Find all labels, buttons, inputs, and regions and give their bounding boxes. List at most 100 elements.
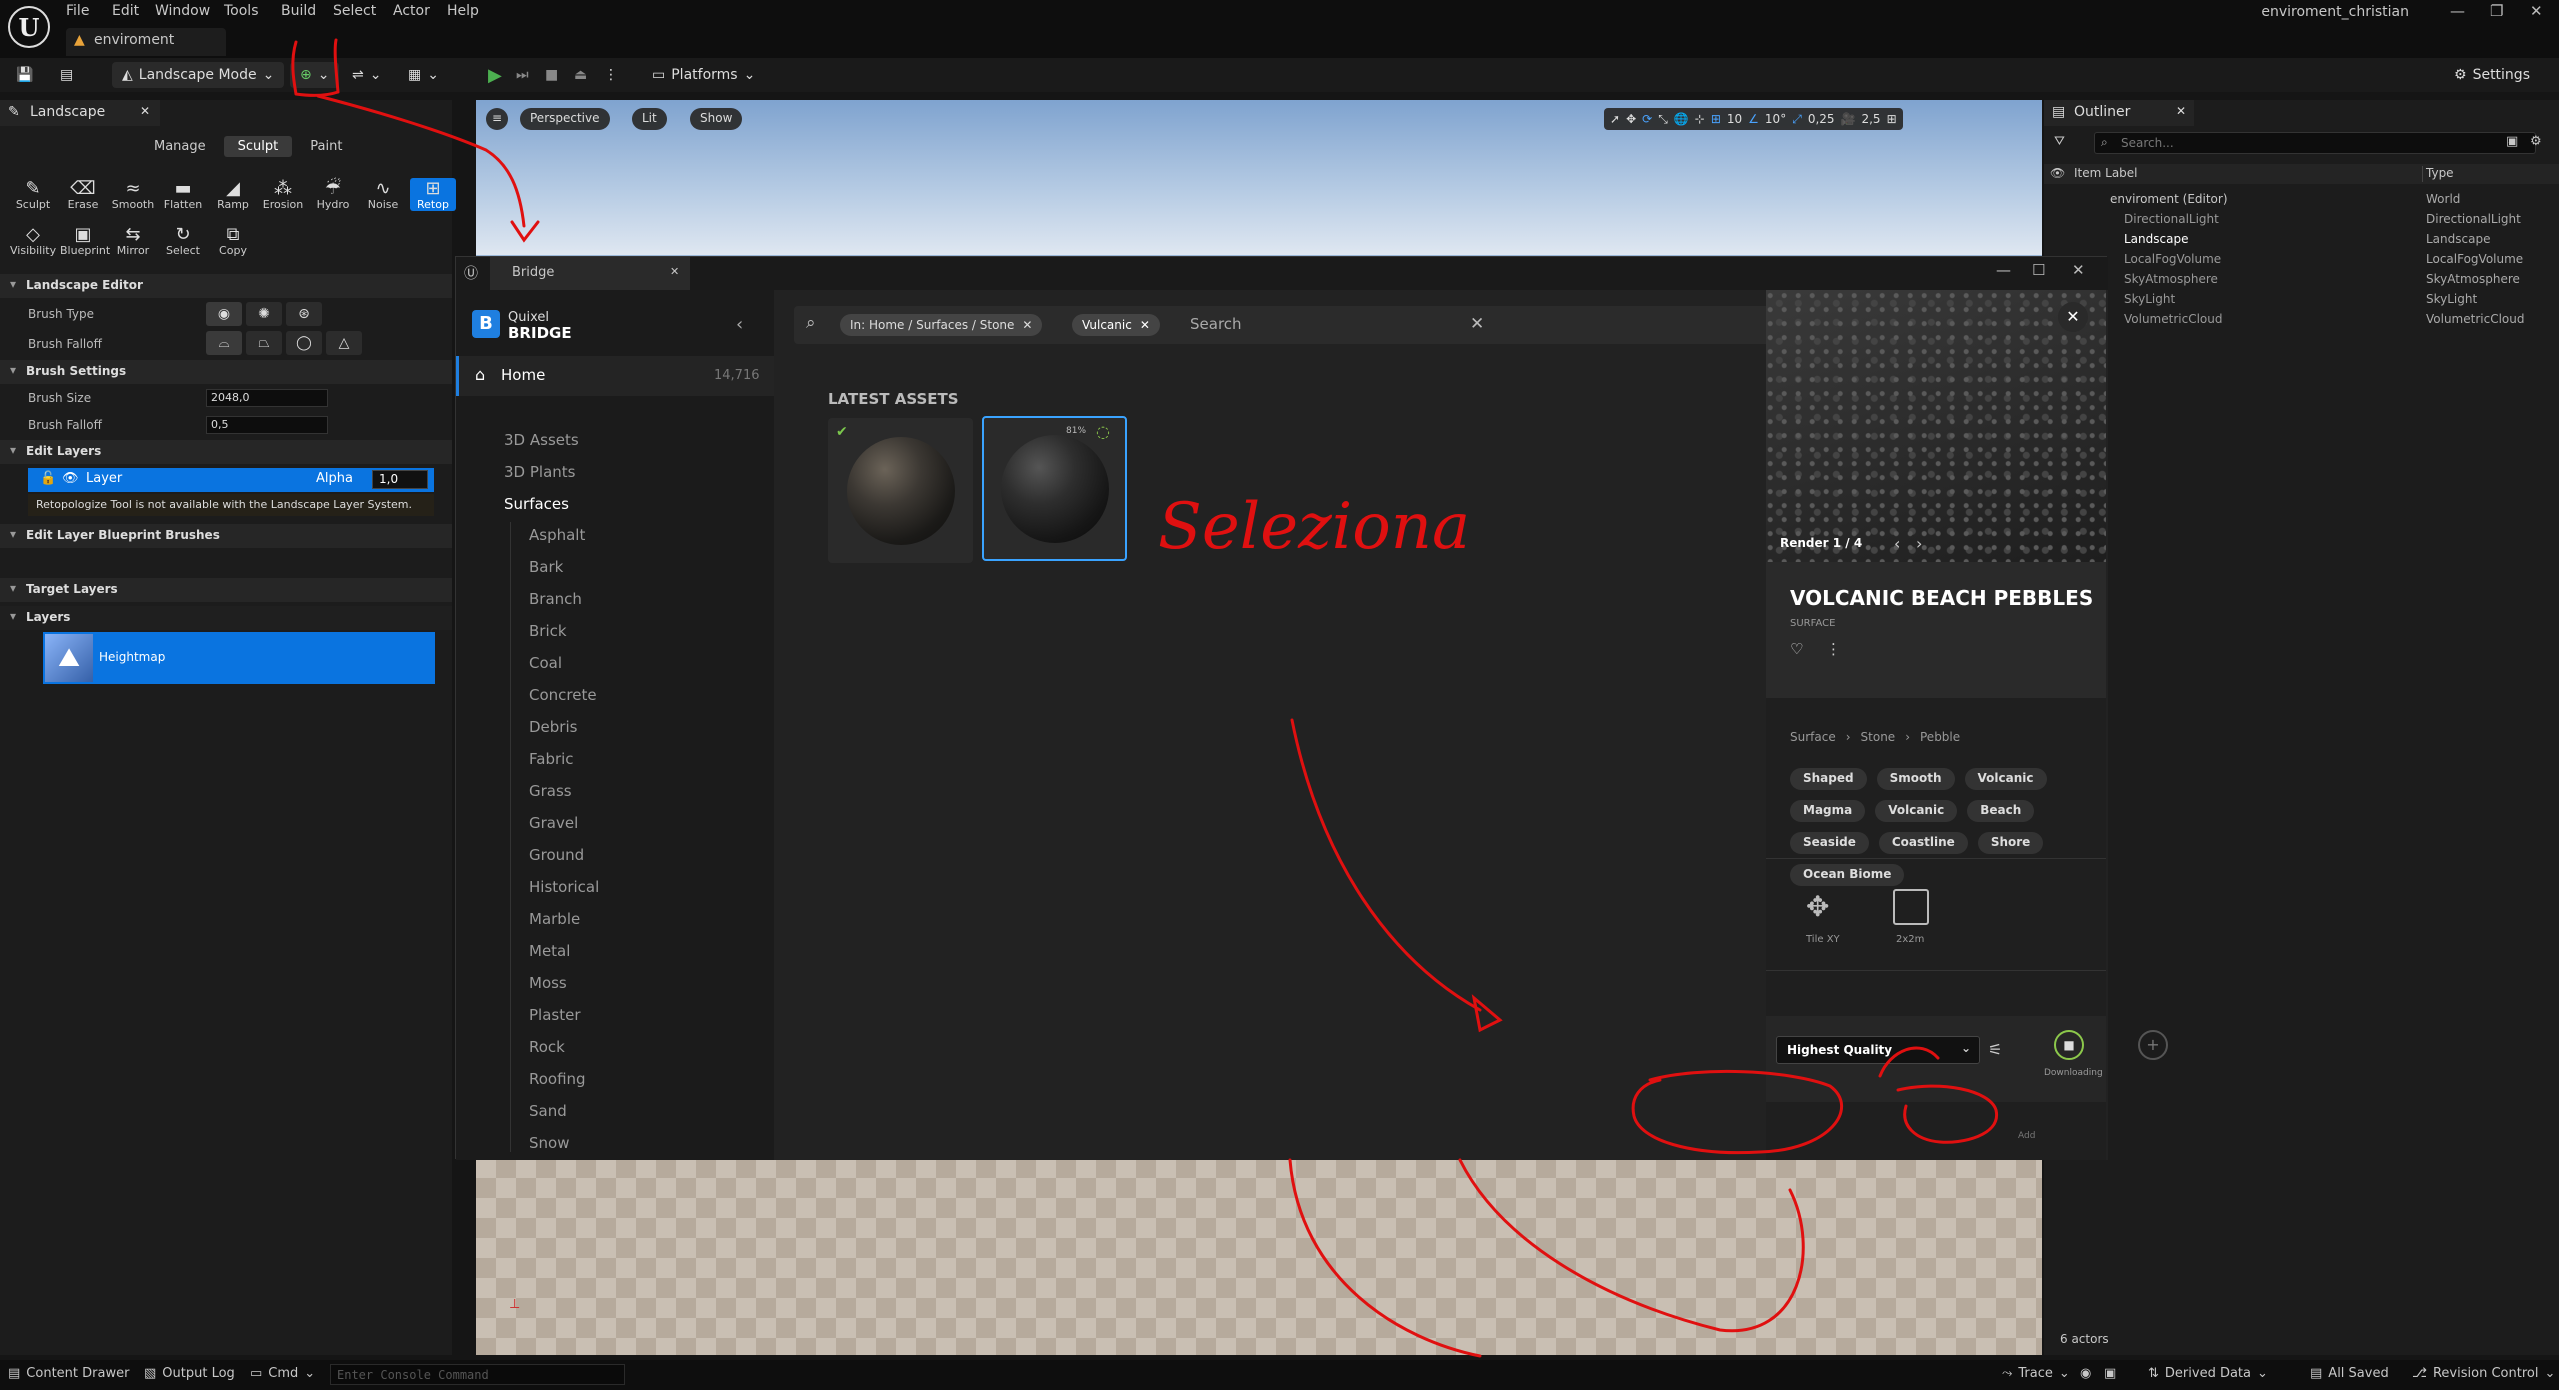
stop-icon[interactable]: ■ xyxy=(545,62,558,88)
brush-alpha-icon[interactable]: ✺ xyxy=(246,302,282,326)
surface-item[interactable]: Historical xyxy=(529,878,599,896)
search-input[interactable]: Search xyxy=(1190,315,1242,333)
lock-icon[interactable]: 🔓 xyxy=(40,471,56,486)
landscape-tab[interactable]: ✎ Landscape ✕ xyxy=(0,100,160,126)
surface-item[interactable]: Bark xyxy=(529,558,563,576)
surface-item[interactable]: Snow xyxy=(529,1134,569,1152)
unreal-logo[interactable]: U xyxy=(8,6,50,48)
minimize-icon[interactable]: — xyxy=(2450,2,2465,20)
section-layers[interactable]: Layers xyxy=(0,606,452,630)
level-tab[interactable]: ▲ enviroment xyxy=(66,28,226,56)
tool-noise[interactable]: ∿ Noise xyxy=(360,178,406,211)
close-window-icon[interactable]: ✕ xyxy=(2072,261,2085,279)
tool-smooth[interactable]: ≈ Smooth xyxy=(110,178,156,211)
tag[interactable]: Magma xyxy=(1790,800,1866,822)
add-folder-icon[interactable]: ▣ xyxy=(2506,134,2518,149)
close-tab-icon[interactable]: ✕ xyxy=(2176,104,2186,118)
next-render-icon[interactable]: › xyxy=(1916,534,1922,553)
brush-circle-icon[interactable]: ◉ xyxy=(206,302,242,326)
section-brush-settings[interactable]: Brush Settings xyxy=(0,360,452,384)
falloff-tip-icon[interactable]: △ xyxy=(326,331,362,355)
tag[interactable]: Ocean Biome xyxy=(1790,864,1905,886)
play-options-icon[interactable]: ⋮ xyxy=(604,62,618,88)
tool-erase[interactable]: ⌫ Erase xyxy=(60,178,106,211)
record-icon[interactable]: ◉ xyxy=(2080,1366,2091,1381)
tool-copy[interactable]: ⧉ Copy xyxy=(210,224,256,257)
lit-button[interactable]: Lit xyxy=(632,108,667,130)
translate-icon[interactable]: ✥ xyxy=(1626,112,1636,126)
favorite-icon[interactable]: ♡ xyxy=(1790,640,1803,658)
outliner-row[interactable]: SkyAtmosphere SkyAtmosphere xyxy=(2044,270,2559,290)
angle-snap-value[interactable]: 10° xyxy=(1765,112,1786,126)
surface-item[interactable]: Brick xyxy=(529,622,567,640)
save-status[interactable]: ▤ All Saved xyxy=(2310,1366,2389,1381)
viewport-menu-icon[interactable]: ≡ xyxy=(486,108,509,130)
add-content-button[interactable]: ⊕ ⌄ xyxy=(290,62,340,88)
col-item-label[interactable]: Item Label xyxy=(2074,166,2138,180)
menu-edit[interactable]: Edit xyxy=(112,3,139,19)
outliner-row[interactable]: LocalFogVolume LocalFogVolume xyxy=(2044,250,2559,270)
outliner-row[interactable]: enviroment (Editor) World xyxy=(2044,190,2559,210)
tool-flatten[interactable]: ▬ Flatten xyxy=(160,178,206,211)
surface-item[interactable]: Gravel xyxy=(529,814,578,832)
surface-item[interactable]: Marble xyxy=(529,910,580,928)
tag[interactable]: Shore xyxy=(1977,832,2044,854)
alpha-input[interactable]: 1,0 xyxy=(372,470,428,489)
grid-snap-value[interactable]: 10 xyxy=(1727,112,1742,126)
tag[interactable]: Volcanic xyxy=(1964,768,2047,790)
cinematics-button[interactable]: ▦ ⌄ xyxy=(408,62,439,88)
tool-visibility[interactable]: ◇ Visibility xyxy=(10,224,56,257)
tool-hydro[interactable]: ☔ Hydro xyxy=(310,178,356,211)
column-divider[interactable] xyxy=(2422,166,2423,182)
minimize-icon[interactable]: — xyxy=(1996,261,2011,279)
tab-sculpt[interactable]: Sculpt xyxy=(223,136,293,157)
remove-chip-icon[interactable]: ✕ xyxy=(1140,318,1150,332)
gear-icon[interactable]: ⚙ xyxy=(2530,134,2542,149)
clear-search-icon[interactable]: ✕ xyxy=(1470,314,1484,334)
trace-button[interactable]: ⤳ Trace ⌄ xyxy=(2002,1366,2070,1381)
path-chip[interactable]: In: Home / Surfaces / Stone ✕ xyxy=(840,314,1043,336)
outliner-search[interactable]: ⌕ Search... xyxy=(2094,132,2536,154)
scale-snap-value[interactable]: 0,25 xyxy=(1808,112,1835,126)
breadcrumb-item[interactable]: Surface xyxy=(1790,730,1836,744)
tool-sculpt[interactable]: ✎ Sculpt xyxy=(10,178,56,211)
close-tab-icon[interactable]: ✕ xyxy=(140,104,150,118)
menu-actor[interactable]: Actor xyxy=(393,3,430,19)
platforms-button[interactable]: ▭ Platforms ⌄ xyxy=(652,62,755,88)
derived-data-button[interactable]: ⇅ Derived Data ⌄ xyxy=(2148,1366,2268,1381)
add-icon[interactable]: + xyxy=(2138,1030,2168,1060)
outliner-tab[interactable]: ▤ Outliner ✕ xyxy=(2044,100,2194,126)
tag[interactable]: Volcanic xyxy=(1875,800,1958,822)
mode-dropdown[interactable]: ◭ Landscape Mode ⌄ xyxy=(112,62,285,88)
surface-item[interactable]: Rock xyxy=(529,1038,565,1056)
prev-render-icon[interactable]: ‹ xyxy=(1894,534,1900,553)
output-log-button[interactable]: ▧ Output Log xyxy=(144,1366,235,1381)
menu-build[interactable]: Build xyxy=(281,3,316,19)
tab-paint[interactable]: Paint xyxy=(296,136,356,157)
tool-retop[interactable]: ⊞ Retop xyxy=(410,178,456,211)
tool-ramp[interactable]: ◢ Ramp xyxy=(210,178,256,211)
falloff-spherical-icon[interactable]: ◯ xyxy=(286,331,322,355)
tool-select[interactable]: ↻ Select xyxy=(160,224,206,257)
brush-falloff-input[interactable]: 0,5 xyxy=(206,416,328,434)
tag[interactable]: Smooth xyxy=(1876,768,1955,790)
camera-icon[interactable]: ▣ xyxy=(2104,1366,2116,1381)
asset-card-selected[interactable]: 81% ◌ xyxy=(982,416,1127,561)
surface-item[interactable]: Concrete xyxy=(529,686,597,704)
tab-manage[interactable]: Manage xyxy=(140,136,220,157)
scale-icon[interactable]: ⤡ xyxy=(1658,112,1668,127)
surface-item[interactable]: Sand xyxy=(529,1102,567,1120)
menu-tools[interactable]: Tools xyxy=(224,3,259,19)
menu-help[interactable]: Help xyxy=(447,3,479,19)
tool-blueprint[interactable]: ▣ Blueprint xyxy=(60,224,110,257)
heightmap-row[interactable]: ⛰ Heightmap xyxy=(43,632,435,684)
surface-item[interactable]: Debris xyxy=(529,718,577,736)
maximize-icon[interactable]: ❐ xyxy=(2490,2,2503,20)
select-mode-icon[interactable]: ➚ xyxy=(1610,112,1620,126)
falloff-smooth-icon[interactable]: ⌓ xyxy=(206,331,242,355)
surface-item[interactable]: Coal xyxy=(529,654,562,672)
rotate-icon[interactable]: ⟳ xyxy=(1642,112,1652,126)
layer-row[interactable]: 🔓 👁 Layer Alpha 1,0 xyxy=(28,468,434,492)
tag[interactable]: Shaped xyxy=(1790,768,1867,790)
surface-item[interactable]: Grass xyxy=(529,782,572,800)
